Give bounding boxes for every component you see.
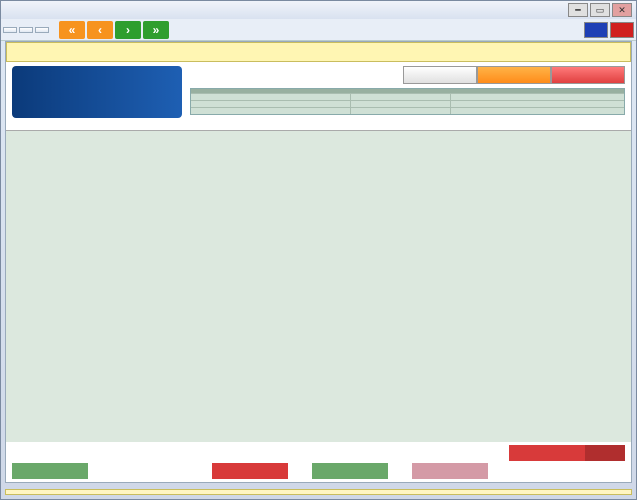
meny-button[interactable] bbox=[403, 66, 477, 84]
nav-last-icon[interactable]: » bbox=[143, 21, 169, 39]
menu-arkiv[interactable] bbox=[3, 27, 17, 33]
infobox-saljare-value bbox=[451, 94, 624, 100]
status-bar bbox=[5, 489, 632, 495]
infobox-tom-artnr-label bbox=[191, 108, 351, 114]
table-body[interactable] bbox=[6, 131, 631, 442]
footer-val-fors1 bbox=[312, 463, 388, 479]
minimize-button[interactable]: ━ bbox=[568, 3, 588, 17]
maximize-button[interactable]: ▭ bbox=[590, 3, 610, 17]
infobox-from-artnr-label bbox=[191, 101, 351, 107]
nav-prev-icon[interactable]: ‹ bbox=[87, 21, 113, 39]
close-button[interactable]: ✕ bbox=[612, 3, 632, 17]
infobox-tom-datum-value bbox=[451, 108, 624, 114]
infobox-tom-datum-label bbox=[351, 108, 451, 114]
infobox-saljare-label bbox=[351, 94, 451, 100]
table-header bbox=[6, 122, 631, 131]
aterga-button[interactable] bbox=[477, 66, 551, 84]
infobox-kundnr-label bbox=[191, 94, 351, 100]
nav-first-icon[interactable]: « bbox=[59, 21, 85, 39]
menu-funktionsmeny[interactable] bbox=[19, 27, 33, 33]
footer-val-kostnad bbox=[212, 463, 288, 479]
infobox-from-datum-value bbox=[451, 101, 624, 107]
footer-val-vinst bbox=[12, 463, 88, 479]
nav-next-icon[interactable]: › bbox=[115, 21, 141, 39]
logo bbox=[12, 66, 182, 118]
footer-top-val1 bbox=[509, 445, 585, 461]
info-box bbox=[190, 88, 625, 115]
footer-val-fors2 bbox=[412, 463, 488, 479]
footer-top-val2 bbox=[585, 445, 625, 461]
flag-red-icon[interactable] bbox=[610, 22, 634, 38]
infobox-from-datum-label bbox=[351, 101, 451, 107]
menu-gatill[interactable] bbox=[35, 27, 49, 33]
flag-blue-icon[interactable] bbox=[584, 22, 608, 38]
huvudmeny-button[interactable] bbox=[551, 66, 625, 84]
